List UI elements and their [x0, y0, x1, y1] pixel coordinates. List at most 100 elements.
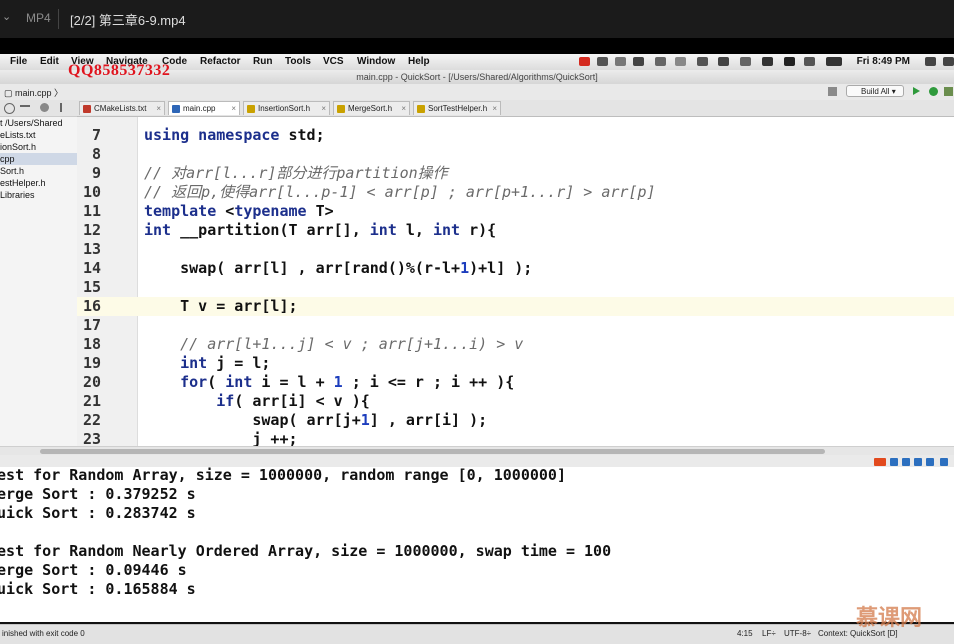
tree-item[interactable]: estHelper.h	[0, 177, 46, 189]
app-tray-icon[interactable]	[633, 57, 644, 66]
caret-position[interactable]: 4:15	[737, 629, 753, 638]
menu-run[interactable]: Run	[253, 56, 272, 67]
debug-icon[interactable]	[929, 87, 938, 96]
tree-item[interactable]: Libraries	[0, 189, 35, 201]
battery-icon[interactable]	[826, 57, 842, 66]
tree-item[interactable]: ionSort.h	[0, 141, 36, 153]
tab-cmakelists[interactable]: CMakeLists.txt ×	[79, 101, 165, 115]
collapse-icon[interactable]	[20, 105, 30, 107]
tray-icon[interactable]	[902, 458, 910, 466]
code-line[interactable]: using namespace std;	[144, 126, 325, 145]
line-separator[interactable]: LF÷	[762, 629, 776, 638]
file-icon	[172, 105, 180, 113]
tab-mergesort[interactable]: MergeSort.h ×	[333, 101, 410, 115]
code-token: int	[225, 373, 253, 391]
coverage-icon[interactable]	[944, 87, 953, 96]
record-icon[interactable]	[579, 57, 590, 66]
player-title-bar: ⌄ MP4 [2/2] 第三章6-9.mp4	[0, 0, 954, 38]
close-icon[interactable]: ×	[492, 102, 497, 115]
run-icon[interactable]	[913, 87, 920, 95]
volume-icon[interactable]	[718, 57, 729, 66]
target-icon[interactable]	[4, 103, 15, 114]
line-number: 18	[82, 335, 101, 353]
tree-item-selected[interactable]: cpp	[0, 153, 77, 165]
code-token: l,	[396, 221, 433, 239]
tray-icon[interactable]	[926, 458, 934, 466]
code-token: if	[144, 392, 235, 410]
line-number: 17	[82, 316, 101, 334]
menu-vcs[interactable]: VCS	[323, 56, 344, 67]
input-method-icon[interactable]	[874, 458, 886, 466]
code-line[interactable]: int __partition(T arr[], int l, int r){	[144, 221, 496, 240]
breadcrumb-file[interactable]: main.cpp	[15, 88, 52, 98]
scrollbar-thumb[interactable]	[40, 449, 825, 454]
line-number: 11	[82, 202, 101, 220]
line-number: 22	[82, 411, 101, 429]
tray-icon[interactable]	[890, 458, 898, 466]
code-token: 1	[460, 259, 470, 277]
search-icon[interactable]	[925, 57, 936, 66]
menu-help[interactable]: Help	[408, 56, 430, 67]
code-line[interactable]: T v = arr[l];	[144, 297, 297, 316]
tab-main-cpp[interactable]: main.cpp ×	[168, 101, 240, 115]
tab-label: CMakeLists.txt	[94, 104, 147, 113]
app-tray-icon[interactable]	[655, 57, 666, 66]
breadcrumb[interactable]: ▢ main.cpp 〉	[4, 86, 63, 99]
code-line[interactable]: if( arr[i] < v ){	[144, 392, 370, 411]
close-icon[interactable]: ×	[231, 102, 236, 115]
code-line[interactable]: // arr[l+1...j] < v ; arr[j+1...i) > v	[144, 335, 523, 354]
app-tray-icon[interactable]	[804, 57, 815, 66]
app-tray-icon[interactable]	[597, 57, 608, 66]
file-encoding[interactable]: UTF-8÷	[784, 629, 811, 638]
code-token: 1	[360, 411, 370, 429]
code-token: std;	[279, 126, 325, 144]
code-token: for	[144, 373, 208, 391]
code-line[interactable]: swap( arr[j+1] , arr[i] );	[144, 411, 487, 430]
menu-refactor[interactable]: Refactor	[200, 56, 241, 67]
menubar-clock[interactable]: Fri 8:49 PM	[857, 56, 910, 67]
bluetooth-icon[interactable]	[697, 57, 708, 66]
tree-item[interactable]: Sort.h	[0, 165, 24, 177]
tray-icon[interactable]	[940, 458, 948, 466]
close-icon[interactable]: ×	[401, 102, 406, 115]
app-tray-icon[interactable]	[615, 57, 626, 66]
code-line[interactable]: int j = l;	[144, 354, 270, 373]
airplay-icon[interactable]	[675, 57, 686, 66]
code-line[interactable]: for( int i = l + 1 ; i <= r ; i ++ ){	[144, 373, 514, 392]
tab-label: SortTestHelper.h	[428, 104, 488, 113]
line-number: 8	[91, 145, 101, 163]
code-token: ] , arr[i] );	[369, 411, 488, 429]
code-line[interactable]: swap( arr[l] , arr[rand()%(r-l+1)+l] );	[144, 259, 532, 278]
line-number: 19	[82, 354, 101, 372]
tab-insertionsort[interactable]: InsertionSort.h ×	[243, 101, 330, 115]
keyboard-icon[interactable]	[740, 57, 751, 66]
close-icon[interactable]: ×	[156, 102, 161, 115]
code-token: // 对arr[l...r]部分进行partition操作	[144, 164, 448, 182]
line-number: 10	[82, 183, 101, 201]
wifi-icon[interactable]	[784, 57, 795, 66]
tree-item[interactable]: eLists.txt	[0, 129, 36, 141]
menu-window[interactable]: Window	[357, 56, 395, 67]
menu-file[interactable]: File	[10, 56, 27, 67]
menu-list-icon[interactable]	[943, 57, 954, 66]
vcs-icon[interactable]	[828, 87, 837, 96]
run-config-select[interactable]: Build All ▾	[846, 85, 904, 97]
editor-tabs: CMakeLists.txt × main.cpp × InsertionSor…	[77, 100, 954, 117]
tab-sorttesthelper[interactable]: SortTestHelper.h ×	[413, 101, 501, 115]
console-line: Test for Random Array, size = 1000000, r…	[0, 466, 566, 484]
menu-edit[interactable]: Edit	[40, 56, 59, 67]
code-line[interactable]: // 对arr[l...r]部分进行partition操作	[144, 164, 448, 183]
menu-tools[interactable]: Tools	[285, 56, 311, 67]
chevron-down-icon[interactable]: ⌄	[2, 10, 12, 23]
code-line[interactable]: template <typename T>	[144, 202, 334, 221]
tray-icon[interactable]	[914, 458, 922, 466]
tree-item[interactable]: t /Users/Shared	[0, 117, 63, 129]
file-icon	[417, 105, 425, 113]
code-token: ; i <= r ; i ++ ){	[342, 373, 515, 391]
hide-panel-icon[interactable]	[60, 103, 71, 112]
code-line[interactable]: // 返回p,使得arr[l...p-1] < arr[p] ; arr[p+1…	[144, 183, 656, 202]
gear-icon[interactable]	[40, 103, 49, 112]
tab-label: main.cpp	[183, 104, 216, 113]
close-icon[interactable]: ×	[321, 102, 326, 115]
eject-icon[interactable]	[762, 57, 773, 66]
